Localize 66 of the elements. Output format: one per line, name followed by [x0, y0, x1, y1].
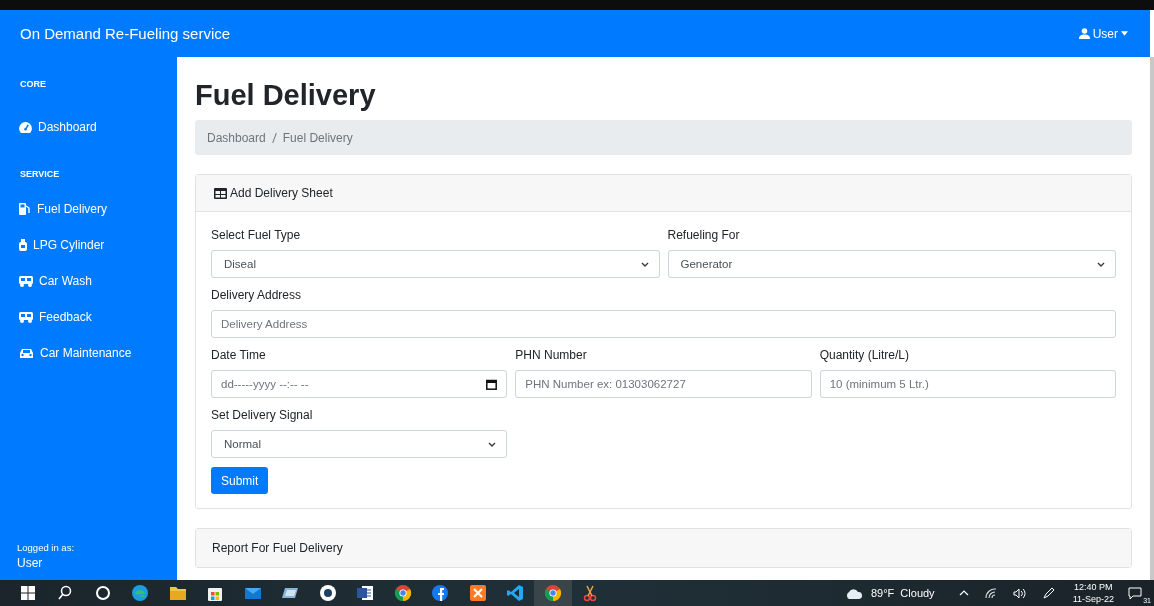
clock-date[interactable]: 11-Sep-22: [1072, 593, 1114, 605]
field-label: PHN Number: [515, 347, 588, 363]
breadcrumb-link[interactable]: Dashboard: [207, 130, 266, 145]
chevron-down-icon: [1097, 261, 1105, 267]
input-field[interactable]: PHN Number ex: 01303062727: [515, 370, 812, 398]
table-icon: [214, 187, 227, 199]
field-label: Set Delivery Signal: [211, 407, 314, 423]
card-header-title: Report For Fuel Delivery: [212, 541, 343, 555]
cross-icon: [468, 584, 487, 602]
car-icon: [19, 347, 34, 359]
sidebar-item[interactable]: Fuel Delivery: [0, 191, 177, 227]
sidebar-item[interactable]: Dashboard: [0, 109, 177, 145]
card-header-title: Add Delivery Sheet: [230, 186, 333, 200]
document-icon: [356, 584, 375, 602]
van-icon: [19, 311, 33, 323]
input-field[interactable]: 10 (minimum 5 Ltr.): [819, 370, 1116, 398]
caret-icon: [1121, 31, 1128, 36]
chevron-down-icon: [488, 441, 497, 447]
dropdown[interactable]: Diseal: [211, 250, 660, 278]
dropdown[interactable]: Normal: [211, 430, 508, 458]
page-title: Fuel Delivery: [195, 78, 377, 113]
cylinder-icon: [19, 239, 27, 251]
user-icon: [1078, 28, 1090, 39]
social-icon: [431, 584, 450, 602]
sidebar-item[interactable]: Feedback: [0, 299, 177, 335]
user-menu[interactable]: User: [1078, 26, 1128, 41]
weather-text[interactable]: 89°F Cloudy: [870, 587, 935, 599]
sidebar-item[interactable]: LPG Cylinder: [0, 227, 177, 263]
breadcrumb-link[interactable]: Fuel Delivery: [282, 130, 353, 145]
dropdown[interactable]: Generator: [667, 250, 1116, 278]
scrollbar[interactable]: [1150, 57, 1154, 580]
sidebar-heading: CORE: [19, 79, 47, 89]
wifi-icon[interactable]: [984, 587, 997, 599]
sidebar-heading: SERVICE: [19, 169, 61, 179]
browser-icon: [543, 584, 562, 602]
folder-icon: [168, 584, 187, 602]
chevron-up-icon[interactable]: [958, 590, 969, 596]
browser-icon: [393, 584, 412, 602]
date-time-field[interactable]: dd-----yyyy --:-- --: [211, 370, 508, 398]
input-field[interactable]: Delivery Address: [211, 310, 1116, 338]
speaker-icon[interactable]: [1012, 587, 1027, 599]
calendar-icon: [486, 378, 498, 390]
pen-icon[interactable]: [1042, 587, 1055, 599]
disc-icon: [318, 584, 337, 602]
ring-icon: [93, 584, 112, 602]
van-icon: [19, 275, 33, 287]
swirl-icon: [131, 584, 150, 602]
windows-logo-icon: [18, 584, 37, 602]
field-label: Select Fuel Type: [211, 227, 302, 243]
logged-in-user: User: [17, 556, 44, 570]
field-label: Quantity (Litre/L): [819, 347, 911, 363]
brand-title[interactable]: On Demand Re-Fueling service: [20, 25, 231, 42]
chevron-down-icon: [640, 261, 649, 267]
field-label: Delivery Address: [211, 287, 303, 303]
fuel-pump-icon: [19, 203, 31, 215]
notification-icon[interactable]: [1128, 587, 1142, 599]
field-label: Date Time: [211, 347, 267, 363]
gauge-icon: [19, 121, 32, 133]
submit-button[interactable]: Submit: [211, 467, 269, 494]
sidebar-item[interactable]: Car Maintenance: [0, 335, 177, 371]
field-label: Refueling For: [667, 227, 741, 243]
cloud-icon: [844, 587, 863, 599]
code-editor-icon: [506, 584, 525, 602]
logged-in-caption: Logged in as:: [17, 542, 76, 553]
clock-time[interactable]: 12:40 PM: [1074, 581, 1113, 593]
sidebar-item[interactable]: Car Wash: [0, 263, 177, 299]
